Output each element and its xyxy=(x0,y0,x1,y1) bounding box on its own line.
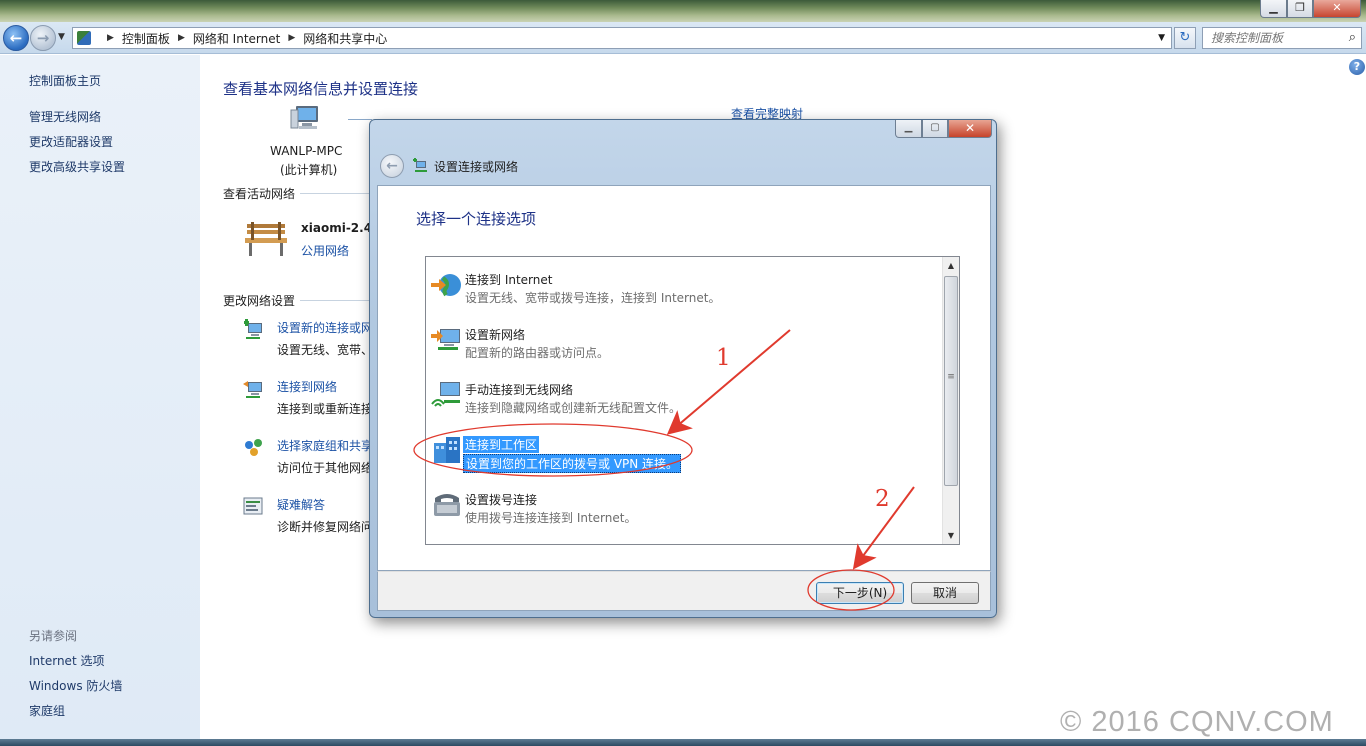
annotation-step-2: 2 xyxy=(875,486,890,512)
section-divider xyxy=(300,300,370,301)
option-title: 设置新网络 xyxy=(465,328,526,342)
breadcrumb-network-internet[interactable]: 网络和 Internet xyxy=(193,30,280,47)
forward-button[interactable]: → xyxy=(30,25,56,51)
breadcrumb-separator-icon[interactable]: ▶ xyxy=(288,33,295,43)
section-divider xyxy=(300,193,370,194)
sidebar-link-windows-firewall[interactable]: Windows 防火墙 xyxy=(29,677,122,694)
breadcrumb-separator-icon[interactable]: ▶ xyxy=(107,33,114,43)
control-panel-icon xyxy=(77,31,91,45)
option-connect-workplace[interactable]: 连接到工作区 设置到您的工作区的拨号或 VPN 连接。 xyxy=(428,428,942,478)
workplace-building-icon xyxy=(434,437,460,463)
watermark: © 2016 CQNV.COM xyxy=(1060,706,1334,738)
breadcrumb-control-panel[interactable]: 控制面板 xyxy=(122,30,170,47)
annotation-step-1: 1 xyxy=(716,345,731,371)
dialog-back-button[interactable]: ← xyxy=(380,154,404,178)
wireless-computer-icon xyxy=(431,382,460,407)
close-button[interactable]: ✕ xyxy=(1313,0,1361,18)
left-navigation-pane: 控制面板主页 管理无线网络 更改适配器设置 更改高级共享设置 另请参阅 Inte… xyxy=(0,55,200,740)
option-manual-wireless[interactable]: 手动连接到无线网络 连接到隐藏网络或创建新无线配置文件。 xyxy=(428,373,942,423)
task-link-connect-network[interactable]: 连接到网络 xyxy=(277,378,337,395)
option-connect-internet[interactable]: 连接到 Internet 设置无线、宽带或拨号连接，连接到 Internet。 xyxy=(428,263,942,313)
address-dropdown-icon[interactable]: ▼ xyxy=(1158,33,1165,43)
option-title: 设置拨号连接 xyxy=(465,493,538,507)
task-link-troubleshoot[interactable]: 疑难解答 xyxy=(277,496,325,513)
next-button[interactable]: 下一步(N) xyxy=(816,582,904,604)
connect-network-icon xyxy=(243,381,262,398)
options-scrollbar[interactable]: ▲ ≡ ▼ xyxy=(942,257,959,544)
navigation-bar: ← → ▼ ▶ 控制面板 ▶ 网络和 Internet ▶ 网络和共享中心 ▼ … xyxy=(0,22,1366,54)
sidebar-link-homegroup[interactable]: 家庭组 xyxy=(29,702,65,719)
recent-pages-dropdown[interactable]: ▼ xyxy=(58,32,65,42)
sidebar-link-advanced-sharing[interactable]: 更改高级共享设置 xyxy=(29,158,125,175)
option-description: 设置到您的工作区的拨号或 VPN 连接。 xyxy=(463,454,682,473)
dialog-heading: 选择一个连接选项 xyxy=(416,210,537,228)
change-settings-label: 更改网络设置 xyxy=(223,294,296,308)
minimize-button[interactable]: ▁ xyxy=(1260,0,1287,18)
computer-icon xyxy=(290,106,318,129)
page-title: 查看基本网络信息并设置连接 xyxy=(223,80,419,98)
homegroup-sharing-icon xyxy=(245,439,262,456)
option-description: 配置新的路由器或访问点。 xyxy=(465,346,610,360)
refresh-button[interactable]: ↻ xyxy=(1174,27,1196,49)
computer-name: WANLP-MPC xyxy=(270,144,343,158)
dialog-title: 设置连接或网络 xyxy=(434,160,519,174)
sidebar-link-manage-wireless[interactable]: 管理无线网络 xyxy=(29,108,101,125)
sidebar-link-internet-options[interactable]: Internet 选项 xyxy=(29,652,104,669)
option-title: 连接到工作区 xyxy=(463,436,540,453)
option-description: 连接到隐藏网络或创建新无线配置文件。 xyxy=(465,401,682,415)
dialog-maximize-button[interactable]: ▢ xyxy=(922,120,948,138)
help-icon[interactable]: ? xyxy=(1349,59,1365,75)
active-networks-label: 查看活动网络 xyxy=(223,187,296,201)
network-setup-icon xyxy=(413,158,427,172)
breadcrumb-separator-icon[interactable]: ▶ xyxy=(178,33,185,43)
option-description: 使用拨号连接连接到 Internet。 xyxy=(465,511,637,525)
option-setup-new-network[interactable]: 设置新网络 配置新的路由器或访问点。 xyxy=(428,318,942,368)
back-button[interactable]: ← xyxy=(3,25,29,51)
dialog-window-buttons: ▁ ▢ ✕ xyxy=(895,120,992,139)
search-input[interactable] xyxy=(1203,28,1333,48)
sidebar-link-adapter-settings[interactable]: 更改适配器设置 xyxy=(29,133,113,150)
see-also-heading: 另请参阅 xyxy=(29,629,78,643)
new-connection-icon xyxy=(244,319,262,339)
map-connection-line xyxy=(348,119,372,120)
public-network-bench-icon xyxy=(245,222,287,256)
dialog-close-button[interactable]: ✕ xyxy=(948,120,992,138)
dialup-phone-icon xyxy=(434,494,460,516)
option-dialup[interactable]: 设置拨号连接 使用拨号连接连接到 Internet。 xyxy=(428,483,942,533)
globe-internet-icon xyxy=(431,274,461,297)
setup-connection-dialog: ▁ ▢ ✕ ← 设置连接或网络 选择一个连接选项 连接到 Internet 设置… xyxy=(369,119,997,618)
address-bar[interactable]: ▶ 控制面板 ▶ 网络和 Internet ▶ 网络和共享中心 ▼ xyxy=(72,27,1172,49)
dialog-minimize-button[interactable]: ▁ xyxy=(895,120,922,138)
cancel-button[interactable]: 取消 xyxy=(911,582,979,604)
dialog-footer: 下一步(N) 取消 xyxy=(377,571,991,611)
computer-subtitle: (此计算机) xyxy=(280,163,338,177)
search-icon[interactable]: ⌕ xyxy=(1349,30,1356,45)
dialog-body: 选择一个连接选项 连接到 Internet 设置无线、宽带或拨号连接，连接到 I… xyxy=(377,185,991,571)
option-title: 连接到 Internet xyxy=(465,273,553,287)
search-box[interactable]: ⌕ xyxy=(1202,27,1362,49)
task-desc-homegroup-sharing: 访问位于其他网络 xyxy=(277,461,374,475)
troubleshoot-icon xyxy=(243,497,263,515)
new-network-icon xyxy=(431,329,460,350)
restore-button[interactable]: ❐ xyxy=(1287,0,1313,18)
sidebar-link-control-panel-home[interactable]: 控制面板主页 xyxy=(29,72,101,89)
window-titlebar: ▁ ❐ ✕ xyxy=(0,0,1366,22)
network-type-link[interactable]: 公用网络 xyxy=(301,242,349,259)
breadcrumb-network-sharing-center[interactable]: 网络和共享中心 xyxy=(303,30,387,47)
scroll-down-arrow-icon[interactable]: ▼ xyxy=(943,527,959,544)
taskbar xyxy=(0,739,1366,746)
option-description: 设置无线、宽带或拨号连接，连接到 Internet。 xyxy=(465,291,721,305)
option-title: 手动连接到无线网络 xyxy=(465,383,574,397)
scroll-up-arrow-icon[interactable]: ▲ xyxy=(943,257,959,274)
scroll-thumb[interactable]: ≡ xyxy=(944,276,958,486)
